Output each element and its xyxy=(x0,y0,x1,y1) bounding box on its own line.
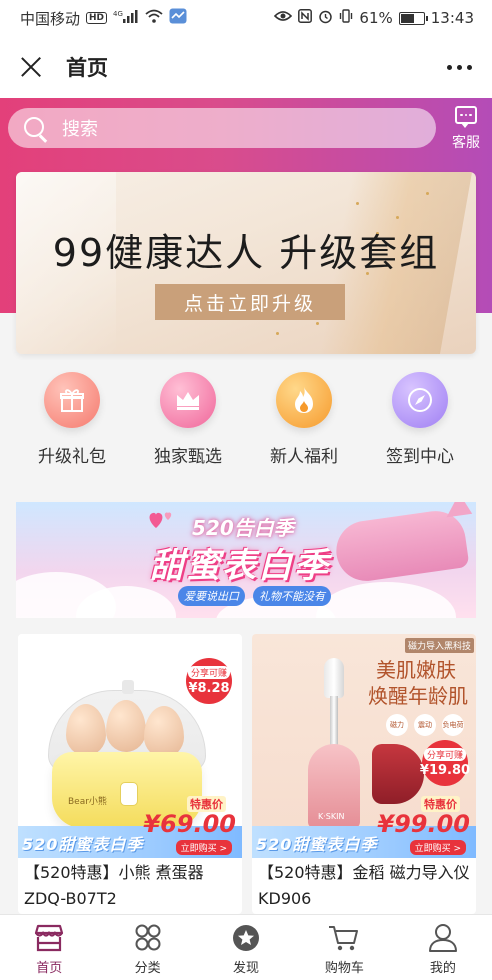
product-headline: 美肌嫩肤 xyxy=(376,658,456,682)
tab-home[interactable]: 首页 xyxy=(0,915,98,980)
quick-entry-upgrade-gift[interactable]: 升级礼包 xyxy=(14,372,130,472)
more-menu-icon[interactable] xyxy=(445,59,474,76)
deal-price: ¥69.00 xyxy=(143,810,236,838)
home-store-icon xyxy=(35,924,64,952)
chat-bubble-icon xyxy=(455,106,477,128)
product-tag: 磁力导入黑科技 xyxy=(404,638,474,653)
cart-icon xyxy=(329,926,359,951)
promo-tag: 礼物不能没有 xyxy=(253,586,331,606)
search-icon xyxy=(22,115,48,141)
battery-fill xyxy=(400,13,414,23)
promo-banner[interactable]: 520告白季 甜蜜表白季 爱要说出口 礼物不能没有 xyxy=(16,502,476,618)
promo-tags: 爱要说出口 礼物不能没有 xyxy=(178,586,331,606)
share-earn-badge: 分享可赚 ¥8.28 xyxy=(186,658,232,704)
close-icon[interactable] xyxy=(18,54,44,80)
quick-entry-row: 升级礼包 独家甄选 新人福利 签到中心 xyxy=(0,372,492,472)
carrier-name: 中国移动 xyxy=(20,9,81,28)
quick-entry-label: 升级礼包 xyxy=(38,447,106,467)
product-card[interactable]: Bear小熊 分享可赚 ¥8.28 520甜蜜表白季 特惠价 ¥69.00 立即… xyxy=(18,634,242,914)
tab-label: 我的 xyxy=(429,961,456,976)
page: 中国移动 HD 4G 61% 13:43 首页 搜索 客服 99健康达人 升级套… xyxy=(0,0,492,980)
alarm-icon xyxy=(318,9,333,28)
gift-icon xyxy=(44,372,100,428)
tab-mine[interactable]: 我的 xyxy=(394,915,492,980)
quick-entry-label: 签到中心 xyxy=(386,447,454,467)
feature-icons: 磁力 震动 负电荷 xyxy=(386,714,464,736)
banner-upgrade-button[interactable]: 点击立即升级 xyxy=(155,284,345,320)
quick-entry-checkin[interactable]: 签到中心 xyxy=(362,372,478,472)
product-image: 磁力导入黑科技 美肌嫩肤 焕醒年龄肌 磁力 震动 负电荷 K·SKIN 分享可赚 xyxy=(252,634,476,858)
quick-entry-label: 独家甄选 xyxy=(154,447,222,467)
eye-icon xyxy=(274,10,293,26)
heart-icon xyxy=(149,512,172,528)
wifi-icon xyxy=(145,9,163,27)
buy-now-button[interactable]: 立即购买 > xyxy=(409,840,466,855)
product-card[interactable]: 磁力导入黑科技 美肌嫩肤 焕醒年龄肌 磁力 震动 负电荷 K·SKIN 分享可赚 xyxy=(252,634,476,914)
buy-now-button[interactable]: 立即购买 > xyxy=(175,840,232,855)
quick-entry-label: 新人福利 xyxy=(270,447,338,467)
clock: 13:43 xyxy=(430,9,474,27)
product-title: 【520特惠】小熊 煮蛋器ZDQ-B07T2 xyxy=(24,863,204,908)
battery-percent: 61% xyxy=(359,9,393,27)
tab-discover[interactable]: 发现 xyxy=(197,915,295,980)
quick-entry-newcomer[interactable]: 新人福利 xyxy=(246,372,362,472)
discover-star-icon xyxy=(233,925,260,951)
product-headline: 焕醒年龄肌 xyxy=(368,684,468,708)
deal-price-block: 特惠价 ¥69.00 立即购买 > xyxy=(143,796,236,856)
battery-icon xyxy=(398,11,428,25)
signal-type: 4G xyxy=(113,10,123,18)
title-bar: 首页 xyxy=(0,36,492,98)
brand-logo: Bear小熊 xyxy=(68,797,107,807)
bottom-tab-bar: 首页 分类 发现 购物车 我的 xyxy=(0,914,492,980)
notification-app-icon xyxy=(169,8,187,28)
product-title: 【520特惠】金稻 磁力导入仪KD906 xyxy=(258,863,470,908)
quick-entry-exclusive[interactable]: 独家甄选 xyxy=(130,372,246,472)
tab-label: 分类 xyxy=(134,961,161,976)
strip-text: 520甜蜜表白季 xyxy=(22,835,144,854)
tab-label: 购物车 xyxy=(324,961,364,976)
search-placeholder: 搜索 xyxy=(62,119,98,140)
tab-cart[interactable]: 购物车 xyxy=(295,915,393,980)
strip-text: 520甜蜜表白季 xyxy=(256,835,378,854)
banner-title: 99健康达人 升级套组 xyxy=(52,231,440,275)
tab-label: 发现 xyxy=(233,961,260,976)
promo-title: 甜蜜表白季 xyxy=(150,546,330,586)
status-left: 中国移动 HD 4G xyxy=(20,8,187,29)
beauty-device-illustration xyxy=(304,658,364,828)
main-banner[interactable]: 99健康达人 升级套组 点击立即升级 xyxy=(16,172,476,354)
product-image: Bear小熊 分享可赚 ¥8.28 520甜蜜表白季 特惠价 ¥69.00 立即… xyxy=(18,634,242,858)
brand-logo: K·SKIN xyxy=(318,812,345,821)
hd-icon: HD xyxy=(86,12,108,24)
nfc-icon xyxy=(298,9,313,27)
user-icon xyxy=(428,924,457,952)
share-earn-badge: 分享可赚 ¥19.80 xyxy=(420,740,470,786)
status-right: 61% 13:43 xyxy=(274,9,474,28)
tab-label: 首页 xyxy=(36,961,63,976)
customer-service-label: 客服 xyxy=(452,135,480,151)
crown-icon xyxy=(160,372,216,428)
fire-icon xyxy=(276,372,332,428)
deal-price-block: 特惠价 ¥99.00 立即购买 > xyxy=(377,796,470,856)
customer-service-button[interactable]: 客服 xyxy=(450,106,482,152)
signal-icon: 4G xyxy=(113,9,139,27)
promo-tag: 爱要说出口 xyxy=(178,586,245,606)
tab-category[interactable]: 分类 xyxy=(98,915,196,980)
product-grid: Bear小熊 分享可赚 ¥8.28 520甜蜜表白季 特惠价 ¥69.00 立即… xyxy=(0,634,492,914)
whale-illustration xyxy=(332,507,470,585)
promo-subtitle: 520告白季 xyxy=(192,516,294,540)
search-input[interactable]: 搜索 xyxy=(8,108,436,148)
category-icon xyxy=(135,924,161,951)
vibrate-icon xyxy=(339,9,353,27)
compass-icon xyxy=(392,372,448,428)
deal-price: ¥99.00 xyxy=(377,810,470,838)
page-title: 首页 xyxy=(66,56,108,80)
status-bar: 中国移动 HD 4G 61% 13:43 xyxy=(0,0,492,36)
